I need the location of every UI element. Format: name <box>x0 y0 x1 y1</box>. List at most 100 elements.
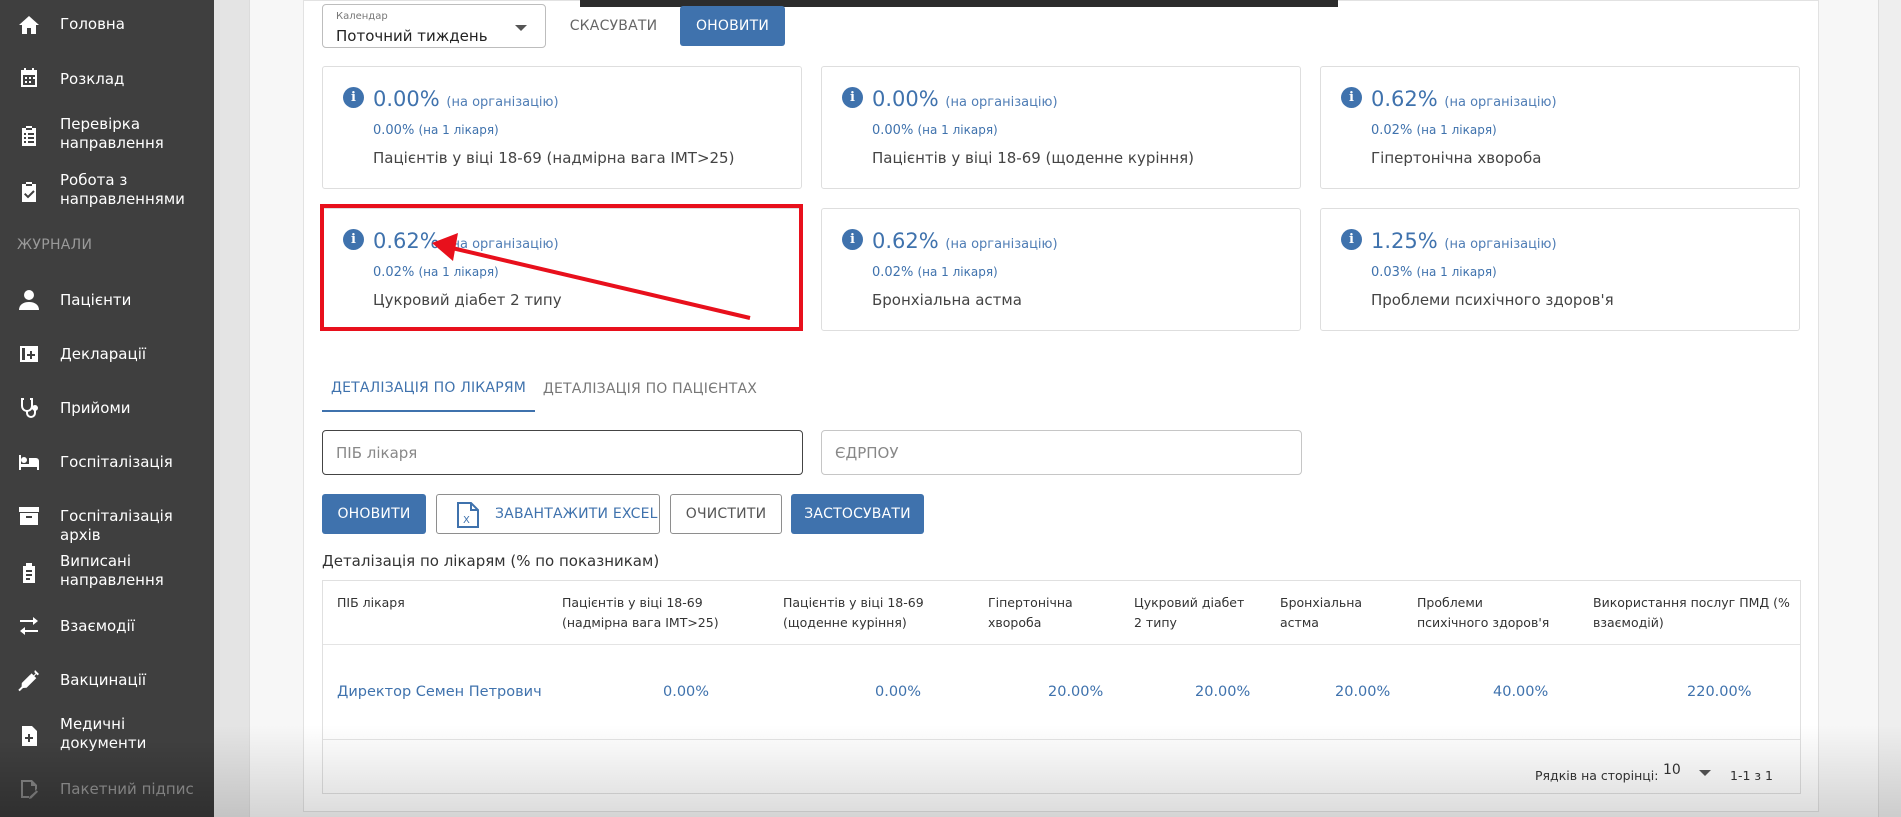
per-doctor-percentage: 0.03% (на 1 лікаря) <box>1371 265 1497 280</box>
sidebar-item-visits[interactable]: Прийоми <box>0 397 214 419</box>
clear-button[interactable]: ОЧИСТИТИ <box>670 494 782 534</box>
info-icon[interactable]: i <box>1341 87 1362 108</box>
sidebar-item-label: Пакетний підпис <box>60 780 194 798</box>
edrpou-input[interactable] <box>821 430 1302 475</box>
sidebar-item-home[interactable]: Головна <box>0 14 214 36</box>
tab-patients-detail[interactable]: ДЕТАЛІЗАЦІЯ ПО ПАЦІЄНТАХ <box>540 366 760 412</box>
per-doctor-percentage: 0.00% (на 1 лікаря) <box>872 123 998 138</box>
sidebar-item-declarations[interactable]: Декларації <box>0 343 214 365</box>
download-excel-label: ЗАВАНТАЖИТИ EXCEL <box>495 506 658 522</box>
table-cell: 40.00% <box>1493 684 1549 700</box>
sidebar-item-referrals[interactable]: Робота з направленнями <box>0 171 214 211</box>
sidebar-item-label: Медичні документи <box>60 715 147 752</box>
column-header[interactable]: Пацієнтів у віці 18-69 (надмірна вага ІМ… <box>562 593 772 633</box>
column-header[interactable]: Цукровий діабет 2 типу <box>1134 593 1254 633</box>
org-percentage: 1.25% (на організацію) <box>1371 229 1557 253</box>
syringe-icon <box>16 667 42 693</box>
sidebar-item-hospitalization-archive[interactable]: Госпіталізація архів <box>0 503 214 544</box>
column-header[interactable]: Гіпертонічна хвороба <box>988 593 1088 633</box>
stat-description: Пацієнтів у віці 18-69 (надмірна вага ІМ… <box>373 149 735 167</box>
annotation-highlight-box <box>320 204 803 331</box>
refresh-period-button[interactable]: ОНОВИТИ <box>680 6 785 46</box>
table-pagination: Рядків на сторінці: 10 1-1 з 1 <box>323 739 1800 793</box>
column-header[interactable]: Проблеми психічного здоров'я <box>1417 593 1557 633</box>
table-cell: 20.00% <box>1335 684 1391 700</box>
table-cell: 0.00% <box>875 684 922 700</box>
sidebar-item-medical-documents[interactable]: Медичні документи <box>0 715 214 755</box>
svg-text:X: X <box>463 515 470 526</box>
sidebar-item-referral-check[interactable]: Перевірка направлення <box>0 115 214 155</box>
sidebar-item-label: Прийоми <box>60 399 131 417</box>
org-percentage: 0.00% (на організацію) <box>373 87 559 111</box>
info-icon[interactable]: i <box>343 87 364 108</box>
stethoscope-icon <box>16 395 42 421</box>
sidebar-item-batch-signature[interactable]: Пакетний підпис <box>0 778 214 800</box>
sidebar-item-issued-referrals[interactable]: Виписані направлення <box>0 552 214 592</box>
column-header[interactable]: ПІБ лікаря <box>337 593 537 613</box>
org-percentage: 0.00% (на організацію) <box>872 87 1058 111</box>
per-doctor-percentage: 0.02% (на 1 лікаря) <box>1371 123 1497 138</box>
column-header[interactable]: Використання послуг ПМД (% взаємодій) <box>1593 593 1793 633</box>
sidebar-item-schedule[interactable]: Розклад <box>0 67 214 89</box>
stat-description: Бронхіальна астма <box>872 291 1022 309</box>
sidebar-item-label: Головна <box>60 15 125 33</box>
pagination-range: 1-1 з 1 <box>1730 768 1773 783</box>
table-cell: 0.00% <box>663 684 710 700</box>
column-header[interactable]: Пацієнтів у віці 18-69 (щоденне куріння) <box>783 593 933 633</box>
apply-button[interactable]: ЗАСТОСУВАТИ <box>791 494 924 534</box>
sidebar-item-label: Вакцинації <box>60 671 147 689</box>
sidebar-item-label: Виписані направлення <box>60 552 164 589</box>
stat-card-smoking: i 0.00% (на організацію) 0.00% (на 1 лік… <box>821 66 1301 189</box>
calendar-select-value: Поточний тиждень <box>336 27 488 45</box>
stat-card-hypertension: i 0.62% (на організацію) 0.02% (на 1 лік… <box>1320 66 1800 189</box>
rows-per-page-select[interactable]: 10 <box>1663 762 1717 788</box>
per-doctor-percentage: 0.02% (на 1 лікаря) <box>872 265 998 280</box>
sidebar-item-label: Перевірка направлення <box>60 115 164 152</box>
doctors-table: ПІБ лікаря Пацієнтів у віці 18-69 (надмі… <box>322 580 1801 794</box>
archive-icon <box>16 503 42 529</box>
sidebar-item-label: Декларації <box>60 345 147 363</box>
sidebar-gutter <box>214 0 249 817</box>
stat-description: Гіпертонічна хвороба <box>1371 149 1542 167</box>
sidebar: Головна Розклад Перевірка направлення Ро… <box>0 0 214 817</box>
calendar-icon <box>16 65 42 91</box>
column-header[interactable]: Бронхіальна астма <box>1280 593 1380 633</box>
doctor-name-link[interactable]: Директор Семен Петрович <box>337 684 542 700</box>
refresh-button[interactable]: ОНОВИТИ <box>322 494 426 534</box>
sidebar-item-label: Розклад <box>60 70 125 88</box>
sidebar-item-label: Взаємодії <box>60 617 135 635</box>
stat-description: Проблеми психічного здоров'я <box>1371 291 1614 309</box>
doctor-name-input[interactable] <box>322 430 803 475</box>
sidebar-item-interactions[interactable]: Взаємодії <box>0 615 214 637</box>
sidebar-item-vaccinations[interactable]: Вакцинації <box>0 667 214 693</box>
sidebar-item-patients[interactable]: Пацієнти <box>0 289 214 311</box>
info-icon[interactable]: i <box>1341 229 1362 250</box>
table-cell: 20.00% <box>1048 684 1104 700</box>
clipboard-check-icon <box>16 179 42 205</box>
cancel-button[interactable]: СКАСУВАТИ <box>561 10 666 42</box>
sidebar-item-label: Пацієнти <box>60 291 132 309</box>
medical-document-icon <box>16 723 42 749</box>
stat-card-mental-health: i 1.25% (на організацію) 0.03% (на 1 лік… <box>1320 208 1800 331</box>
sidebar-item-hospitalization[interactable]: Госпіталізація <box>0 451 214 473</box>
calendar-select[interactable]: Календар Поточний тиждень <box>322 4 546 48</box>
prescription-icon <box>16 560 42 586</box>
info-icon[interactable]: i <box>842 87 863 108</box>
sidebar-item-label: Госпіталізація <box>60 453 173 471</box>
stat-card-asthma: i 0.62% (на організацію) 0.02% (на 1 лік… <box>821 208 1301 331</box>
chevron-down-icon <box>1699 770 1711 776</box>
exchange-icon <box>16 613 42 639</box>
download-excel-button[interactable]: X ЗАВАНТАЖИТИ EXCEL <box>436 494 660 534</box>
stat-card-overweight: i 0.00% (на організацію) 0.00% (на 1 лік… <box>322 66 802 189</box>
table-title: Деталізація по лікарям (% по показникам) <box>322 552 660 570</box>
calendar-select-label: Календар <box>336 11 388 22</box>
chevron-down-icon <box>515 25 527 31</box>
user-icon <box>16 287 42 313</box>
info-icon[interactable]: i <box>842 229 863 250</box>
signature-icon <box>16 776 42 802</box>
section-label-journals: ЖУРНАЛИ <box>17 237 93 253</box>
stat-description: Пацієнтів у віці 18-69 (щоденне куріння) <box>872 149 1195 167</box>
tab-doctors-detail[interactable]: ДЕТАЛІЗАЦІЯ ПО ЛІКАРЯМ <box>322 366 535 412</box>
sidebar-item-label: Робота з направленнями <box>60 171 185 208</box>
table-cell: 20.00% <box>1195 684 1251 700</box>
